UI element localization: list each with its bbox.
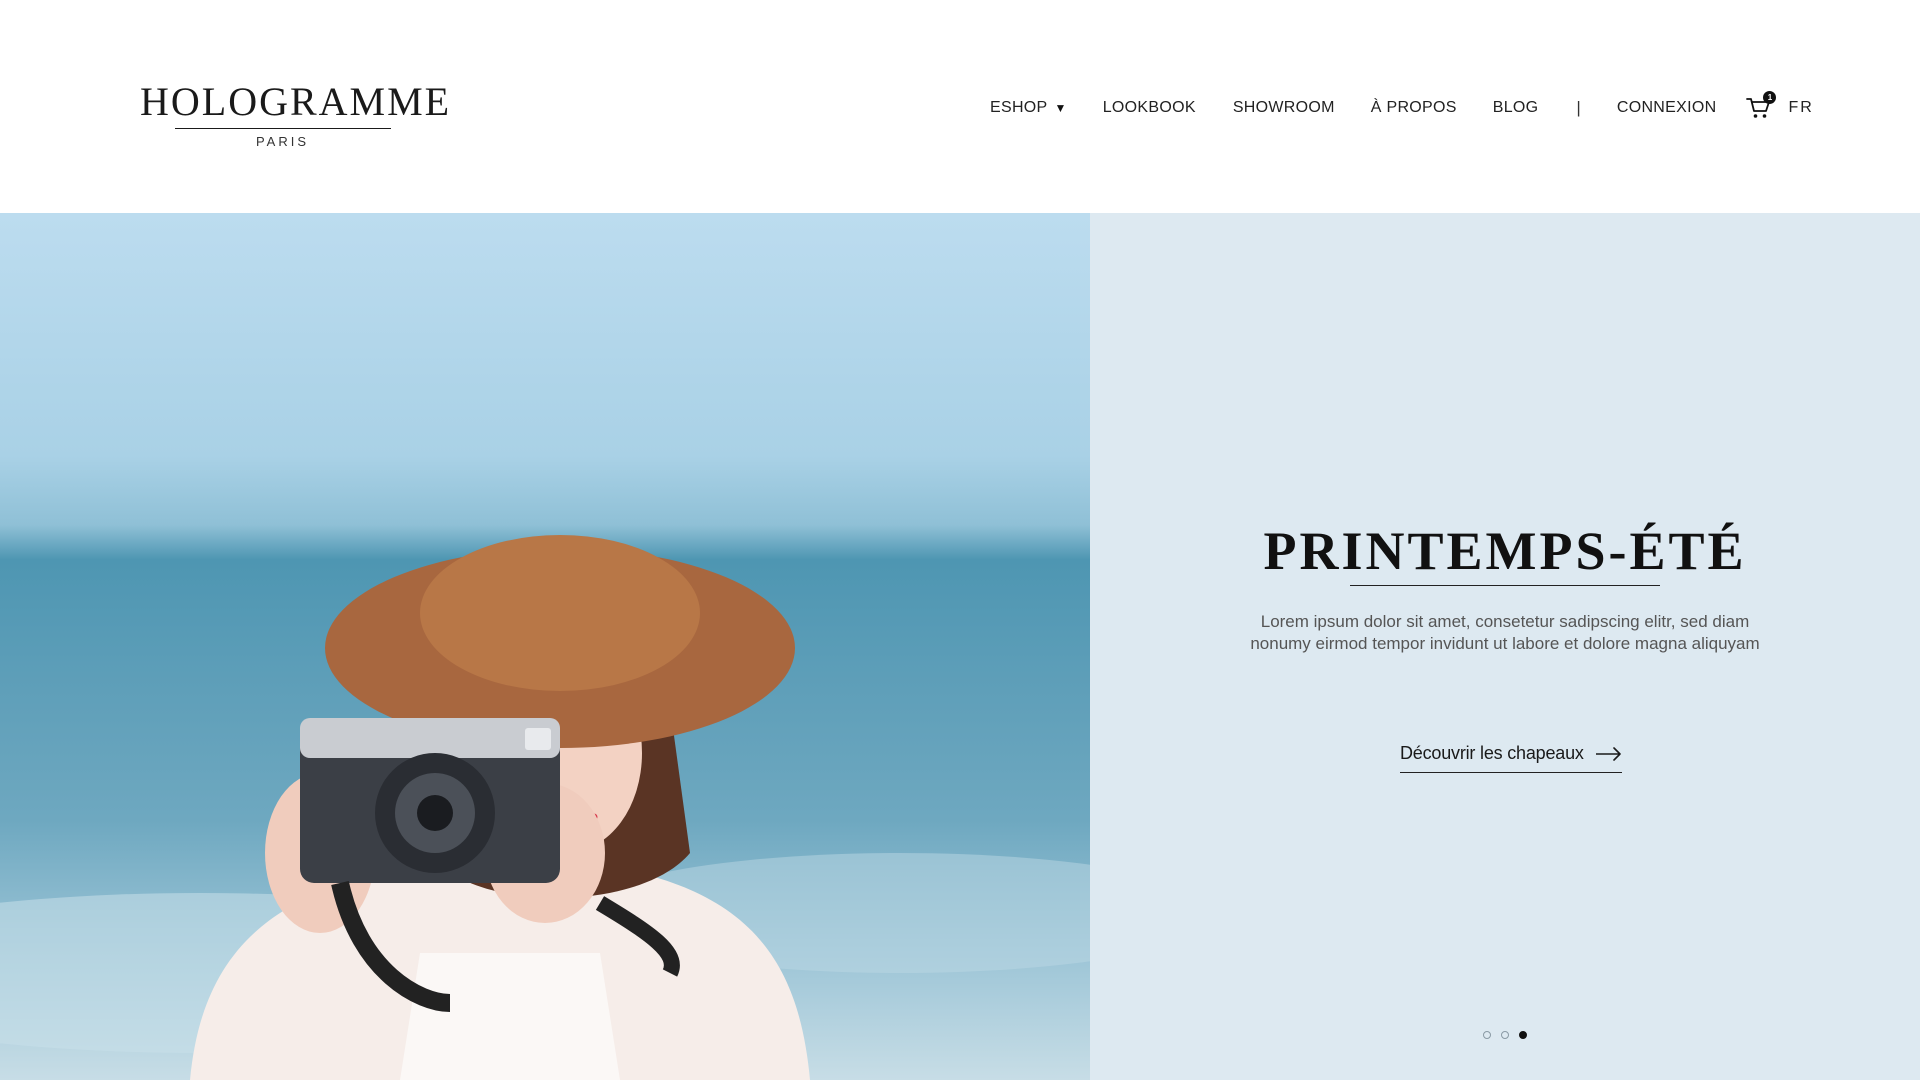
nav-item-lookbook[interactable]: LOOKBOOK <box>1103 99 1196 117</box>
site-header: HOLOGRAMME PARIS ESHOP ▼ LOOKBOOK SHOWRO… <box>0 0 1920 213</box>
slide-dot-1[interactable] <box>1483 1031 1491 1039</box>
login-link[interactable]: CONNEXION <box>1617 99 1717 117</box>
hero-photo <box>0 213 1090 1080</box>
nav-item-blog[interactable]: BLOG <box>1493 99 1539 117</box>
hero-slider: PRINTEMPS-ÉTÉ Lorem ipsum dolor sit amet… <box>0 213 1920 1080</box>
brand-subtitle: PARIS <box>255 134 310 149</box>
caret-down-icon: ▼ <box>1054 101 1067 115</box>
slide-dot-2[interactable] <box>1501 1031 1509 1039</box>
hero-description: Lorem ipsum dolor sit amet, consetetur s… <box>1250 612 1760 653</box>
title-underline <box>1350 585 1660 586</box>
language-selector[interactable]: FR <box>1788 99 1813 117</box>
cart-count-badge: 1 <box>1763 91 1777 104</box>
main-nav: ESHOP ▼ LOOKBOOK SHOWROOM À PROPOS BLOG … <box>990 91 1814 120</box>
brand-logo[interactable]: HOLOGRAMME PARIS <box>140 78 452 149</box>
nav-item-label: ESHOP <box>990 99 1048 116</box>
logo-divider <box>174 128 391 129</box>
slide-dot-3[interactable] <box>1519 1031 1527 1039</box>
hero-content-panel: PRINTEMPS-ÉTÉ Lorem ipsum dolor sit amet… <box>1090 213 1920 1080</box>
arrow-right-icon <box>1595 746 1621 761</box>
hero-title: PRINTEMPS-ÉTÉ <box>1263 521 1747 581</box>
nav-item-eshop[interactable]: ESHOP ▼ <box>990 99 1067 117</box>
brand-name: HOLOGRAMME <box>140 79 452 124</box>
slider-pagination <box>1483 1031 1527 1039</box>
discover-hats-link[interactable]: Découvrir les chapeaux <box>1400 741 1622 773</box>
discover-hats-label: Découvrir les chapeaux <box>1400 743 1584 763</box>
cart-button[interactable]: 1 <box>1746 91 1777 120</box>
nav-item-a-propos[interactable]: À PROPOS <box>1371 99 1457 117</box>
nav-divider: | <box>1576 98 1581 117</box>
nav-item-showroom[interactable]: SHOWROOM <box>1233 99 1335 117</box>
